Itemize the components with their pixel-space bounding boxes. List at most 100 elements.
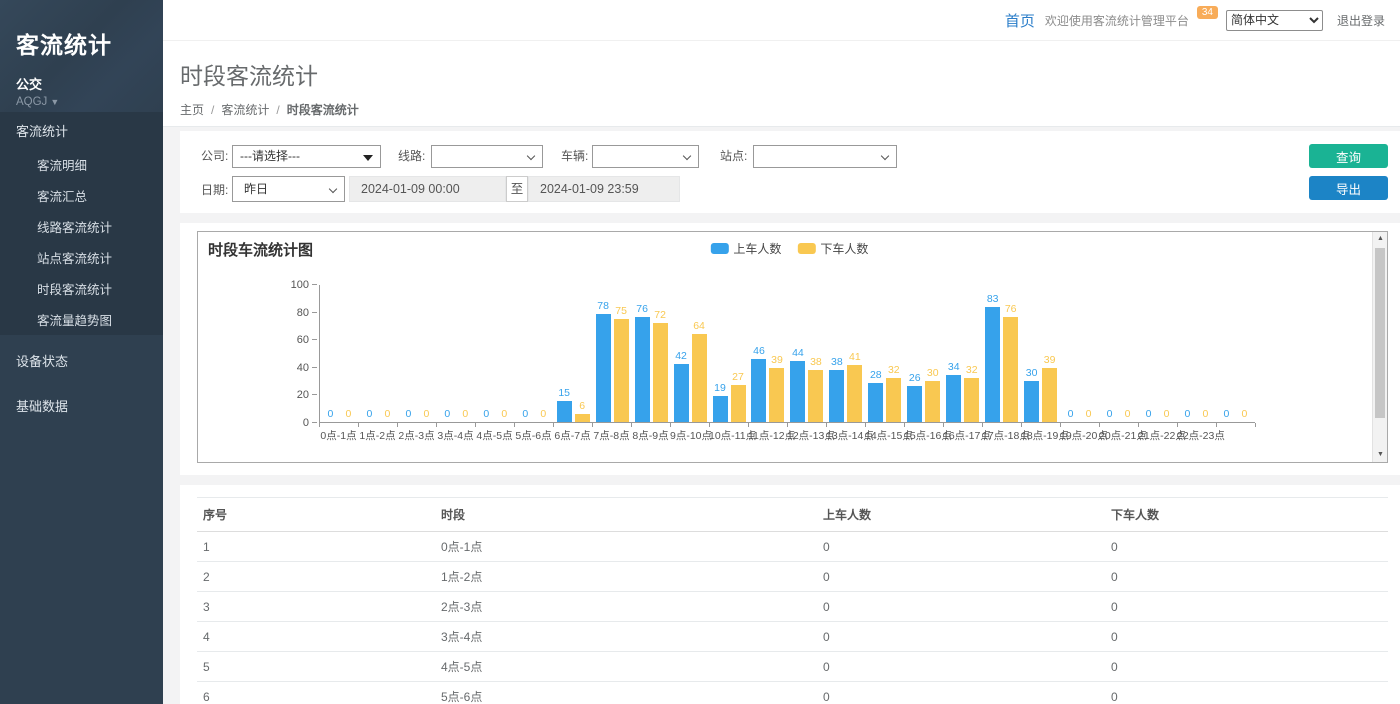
bar-value-label: 76 bbox=[1005, 304, 1017, 315]
company-select[interactable]: ---请选择--- bbox=[232, 145, 381, 168]
breadcrumb-home[interactable]: 主页 bbox=[180, 103, 204, 117]
bar bbox=[731, 385, 746, 422]
line-select[interactable] bbox=[431, 145, 543, 168]
legend-item-alighting[interactable]: 下车人数 bbox=[797, 240, 868, 257]
table-cell: 3点-4点 bbox=[435, 622, 817, 652]
bar bbox=[808, 370, 823, 422]
bar-value-label: 0 bbox=[1164, 409, 1170, 420]
chevron-down-icon bbox=[527, 152, 535, 160]
bar-group: 00 bbox=[398, 409, 437, 422]
sidebar-item[interactable]: 客流明细 bbox=[0, 149, 163, 180]
bar-value-label: 75 bbox=[615, 306, 627, 317]
table-cell: 0 bbox=[1105, 652, 1388, 682]
date-to-input[interactable]: 2024-01-09 23:59 bbox=[528, 176, 680, 202]
table-cell: 1点-2点 bbox=[435, 562, 817, 592]
x-axis-label: 10点-11点 bbox=[709, 428, 748, 443]
sidebar-section[interactable]: 设备状态 bbox=[0, 341, 163, 380]
bar-value-label: 39 bbox=[771, 355, 783, 366]
sidebar-item[interactable]: 客流汇总 bbox=[0, 180, 163, 211]
bar bbox=[557, 401, 572, 422]
bar bbox=[596, 314, 611, 422]
x-axis-label: 5点-6点 bbox=[514, 428, 553, 443]
breadcrumb-section[interactable]: 客流统计 bbox=[221, 103, 269, 117]
bar-value-label: 6 bbox=[579, 401, 585, 412]
bar-group: 1927 bbox=[710, 372, 749, 422]
org-dropdown[interactable]: AQGJ▼ bbox=[16, 96, 147, 108]
bar-group: 00 bbox=[1099, 409, 1138, 422]
bar-value-label: 15 bbox=[558, 388, 570, 399]
bar-value-label: 41 bbox=[849, 352, 861, 363]
bar bbox=[868, 383, 883, 422]
chart-title: 时段车流统计图 bbox=[208, 239, 313, 260]
logout-link[interactable]: 退出登录 bbox=[1337, 12, 1385, 29]
bar-group: 00 bbox=[1060, 409, 1099, 422]
bar-group: 00 bbox=[476, 409, 515, 422]
bar-group: 00 bbox=[359, 409, 398, 422]
language-select[interactable]: 简体中文 bbox=[1226, 10, 1323, 31]
date-from-input[interactable]: 2024-01-09 00:00 bbox=[349, 176, 506, 202]
table-cell: 0点-1点 bbox=[435, 532, 817, 562]
x-axis-label: 17点-18点 bbox=[982, 428, 1021, 443]
x-axis-label: 7点-8点 bbox=[592, 428, 631, 443]
page-heading: 时段客流统计 主页/客流统计/时段客流统计 bbox=[163, 41, 1400, 127]
bar-value-label: 0 bbox=[346, 409, 352, 420]
company-label: 公司: bbox=[201, 145, 228, 168]
bar-group: 2832 bbox=[865, 365, 904, 422]
bar-value-label: 0 bbox=[328, 409, 334, 420]
legend-swatch-boarding bbox=[710, 243, 728, 254]
table-cell: 2点-3点 bbox=[435, 592, 817, 622]
bar-value-label: 76 bbox=[636, 304, 648, 315]
bar bbox=[635, 317, 650, 422]
sidebar-item[interactable]: 站点客流统计 bbox=[0, 242, 163, 273]
chevron-down-icon bbox=[683, 152, 691, 160]
scroll-up-icon[interactable]: ▲ bbox=[1373, 232, 1388, 246]
main-content: 公司: ---请选择--- 线路: 车辆: 站点: 日期: 昨日 2024-01… bbox=[163, 127, 1400, 704]
bar-value-label: 0 bbox=[1068, 409, 1074, 420]
export-button[interactable]: 导出 bbox=[1309, 176, 1388, 200]
bar-value-label: 28 bbox=[870, 370, 882, 381]
table-cell: 0 bbox=[817, 592, 1105, 622]
x-axis-label: 18点-19点 bbox=[1021, 428, 1060, 443]
bar-group: 3841 bbox=[826, 352, 865, 422]
station-select[interactable] bbox=[753, 145, 897, 168]
table-row: 10点-1点00 bbox=[197, 532, 1388, 562]
bar-value-label: 64 bbox=[693, 321, 705, 332]
bar bbox=[614, 319, 629, 422]
bar-group: 7672 bbox=[632, 304, 671, 422]
bar-value-label: 34 bbox=[948, 362, 960, 373]
bar-value-label: 46 bbox=[753, 346, 765, 357]
sidebar-item[interactable]: 客流量趋势图 bbox=[0, 304, 163, 335]
bar-group: 8376 bbox=[982, 294, 1021, 422]
sidebar-item[interactable]: 线路客流统计 bbox=[0, 211, 163, 242]
table-panel: 序号时段上车人数下车人数 10点-1点0021点-2点0032点-3点0043点… bbox=[180, 485, 1400, 704]
bar-value-label: 30 bbox=[927, 368, 939, 379]
table-cell: 0 bbox=[1105, 532, 1388, 562]
bar-value-label: 0 bbox=[385, 409, 391, 420]
bar-group: 46 39 bbox=[748, 346, 787, 422]
table-row: 43点-4点00 bbox=[197, 622, 1388, 652]
chart-scrollbar[interactable]: ▲ ▼ bbox=[1372, 232, 1387, 462]
scroll-down-icon[interactable]: ▼ bbox=[1373, 448, 1388, 462]
bar-value-label: 26 bbox=[909, 373, 921, 384]
sidebar-section[interactable]: 客流统计 bbox=[0, 112, 163, 149]
y-axis-label: 20 bbox=[297, 389, 309, 401]
sidebar-section[interactable]: 基础数据 bbox=[0, 386, 163, 425]
table-header-cell: 下车人数 bbox=[1105, 498, 1388, 532]
bar-value-label: 0 bbox=[1125, 409, 1131, 420]
x-axis-label: 4点-5点 bbox=[475, 428, 514, 443]
sidebar-item[interactable]: 时段客流统计 bbox=[0, 273, 163, 304]
line-label: 线路: bbox=[398, 145, 425, 168]
chart-legend: 上车人数 下车人数 bbox=[710, 240, 868, 257]
chart-yaxis: 020406080100 bbox=[283, 285, 317, 423]
scrollbar-thumb[interactable] bbox=[1375, 248, 1385, 418]
query-button[interactable]: 查询 bbox=[1309, 144, 1388, 168]
chart-bars: 0000000000001567875767242641927463944383… bbox=[319, 285, 1255, 423]
bar-value-label: 42 bbox=[675, 351, 687, 362]
chart-panel: 时段车流统计图 上车人数 下车人数 020406080100 000000000… bbox=[180, 223, 1400, 475]
bar-value-label: 0 bbox=[1146, 409, 1152, 420]
home-link[interactable]: 首页 bbox=[1005, 10, 1035, 31]
vehicle-select[interactable] bbox=[592, 145, 699, 168]
date-preset-select[interactable]: 昨日 bbox=[232, 176, 345, 202]
notification-badge[interactable]: 34 bbox=[1197, 6, 1218, 19]
legend-item-boarding[interactable]: 上车人数 bbox=[710, 240, 781, 257]
